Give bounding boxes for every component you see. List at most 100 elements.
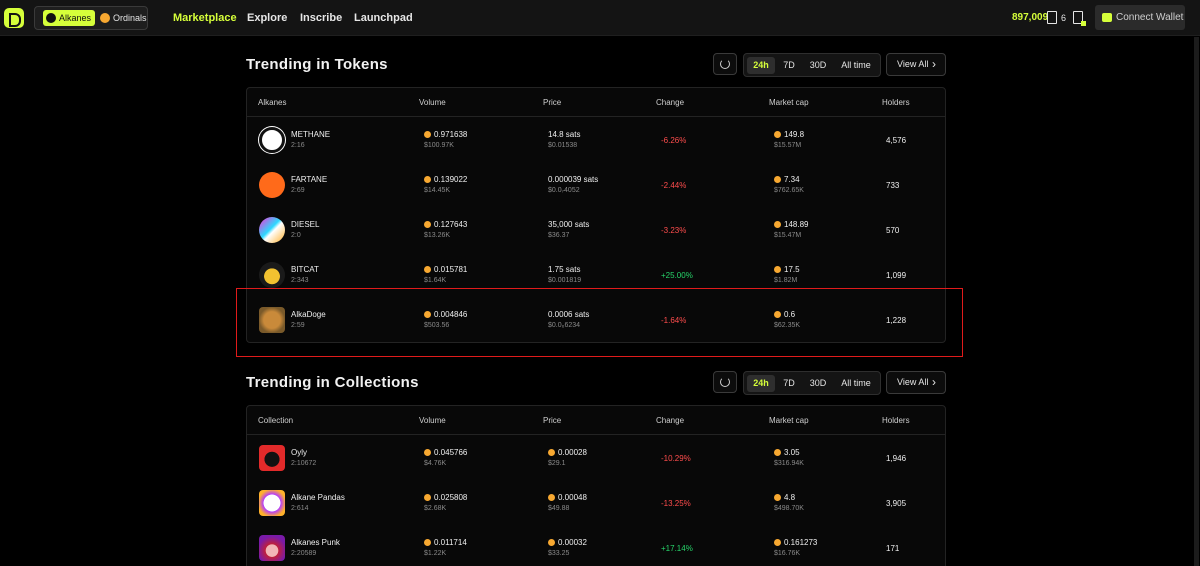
col-collection: Collection [258, 416, 294, 425]
btc-coin-icon [774, 494, 781, 501]
volume: 0.025808 [434, 493, 468, 502]
holders: 3,905 [886, 499, 907, 508]
change: -1.64% [661, 316, 687, 325]
price: 0.00048 [558, 493, 587, 502]
logo-icon[interactable] [4, 8, 24, 28]
change: +25.00% [661, 271, 693, 280]
col-market-cap: Market cap [769, 416, 809, 425]
volume-usd: $2.68K [424, 505, 447, 512]
table-row[interactable]: FARTANE 2:69 0.139022 $14.45K 0.000039 s… [247, 162, 945, 207]
price-usd: $36.37 [548, 232, 570, 239]
tokens-tab-24h[interactable]: 24h [747, 57, 775, 74]
btc-coin-icon [774, 221, 781, 228]
gas-pump-icon[interactable] [1047, 11, 1057, 24]
volume-usd: $100.97K [424, 142, 454, 149]
chain-alkanes-label: Alkanes [59, 13, 92, 23]
table-row[interactable]: DIESEL 2:0 0.127643 $13.26K 35,000 sats … [247, 207, 945, 252]
token-name[interactable]: AlkaDoge [291, 310, 326, 319]
connect-wallet-label: Connect Wallet [1116, 12, 1184, 23]
market-cap: 148.89 [784, 220, 809, 229]
tokens-view-all-button[interactable]: View All [886, 53, 946, 76]
btc-coin-icon [424, 311, 431, 318]
btc-coin-icon [424, 539, 431, 546]
nav-launchpad[interactable]: Launchpad [354, 12, 413, 24]
market-cap-usd: $16.76K [774, 550, 801, 557]
collection-name[interactable]: Alkanes Punk [291, 538, 340, 547]
holders: 1,228 [886, 316, 907, 325]
collections-tab-24h[interactable]: 24h [747, 375, 775, 392]
token-id: 2:59 [291, 322, 305, 329]
collections-tab-all-time[interactable]: All time [836, 375, 876, 392]
btc-coin-icon [774, 176, 781, 183]
nav-explore[interactable]: Explore [247, 12, 287, 24]
chain-alkanes-button[interactable]: Alkanes [43, 10, 96, 26]
collection-id: 2:614 [291, 505, 309, 512]
change: -2.44% [661, 181, 687, 190]
alkane-pandas-icon [259, 490, 285, 516]
nav-inscribe[interactable]: Inscribe [300, 12, 342, 24]
tokens-tab-all-time[interactable]: All time [836, 57, 876, 74]
table-row[interactable]: Oyly 2:10672 0.045766 $4.76K 0.00028 $29… [247, 435, 945, 480]
collections-table-header: Collection Volume Price Change Market ca… [247, 406, 945, 435]
collection-name[interactable]: Alkane Pandas [291, 493, 345, 502]
tokens-section-title: Trending in Tokens [246, 56, 388, 73]
token-name[interactable]: DIESEL [291, 220, 319, 229]
collection-name[interactable]: Oyly [291, 448, 307, 457]
volume-usd: $14.45K [424, 187, 451, 194]
col-volume: Volume [419, 98, 446, 107]
table-row[interactable]: Alkanes Punk 2:20589 0.011714 $1.22K 0.0… [247, 525, 945, 566]
nav-marketplace[interactable]: Marketplace [173, 12, 237, 24]
methane-icon [259, 127, 285, 153]
collections-timeframe-tabs: 24h 7D 30D All time [743, 371, 881, 395]
market-cap: 4.8 [784, 493, 796, 502]
tokens-tab-7d[interactable]: 7D [777, 57, 801, 74]
top-nav: Alkanes Ordinals Marketplace Explore Ins… [0, 0, 1200, 36]
collections-view-all-button[interactable]: View All [886, 371, 946, 394]
price: 35,000 sats [548, 220, 590, 229]
collections-tab-30d[interactable]: 30D [805, 375, 831, 392]
token-name[interactable]: METHANE [291, 130, 330, 139]
col-holders: Holders [882, 416, 910, 425]
col-change: Change [656, 98, 685, 107]
diesel-icon [259, 217, 285, 243]
btc-coin-icon [548, 449, 555, 456]
table-row[interactable]: AlkaDoge 2:59 0.004846 $503.56 0.0006 sa… [247, 297, 945, 342]
collections-refresh-button[interactable] [713, 371, 737, 393]
market-cap: 0.6 [784, 310, 796, 319]
table-row[interactable]: METHANE 2:16 0.971638 $100.97K 14.8 sats… [247, 117, 945, 162]
market-cap-usd: $1.82M [774, 277, 798, 284]
holders: 4,576 [886, 136, 907, 145]
bitcat-icon [259, 262, 285, 288]
volume-usd: $4.76K [424, 460, 447, 467]
price: 0.00028 [558, 448, 587, 457]
col-change: Change [656, 416, 685, 425]
holders: 1,099 [886, 271, 907, 280]
market-cap-usd: $15.57M [774, 142, 802, 149]
collections-section-title: Trending in Collections [246, 374, 419, 391]
table-row[interactable]: BITCAT 2:343 0.015781 $1.64K 1.75 sats $… [247, 252, 945, 297]
btc-coin-icon [774, 131, 781, 138]
col-price: Price [543, 98, 562, 107]
holders: 1,946 [886, 454, 907, 463]
activity-icon[interactable] [1073, 11, 1086, 26]
collections-tab-7d[interactable]: 7D [777, 375, 801, 392]
scrollbar[interactable] [1194, 37, 1199, 566]
btc-coin-icon [424, 131, 431, 138]
tokens-timeframe-tabs: 24h 7D 30D All time [743, 53, 881, 77]
price: 14.8 sats [548, 130, 581, 139]
price-usd: $29.1 [548, 460, 566, 467]
connect-wallet-button[interactable]: Connect Wallet [1095, 5, 1185, 30]
collection-id: 2:20589 [291, 550, 317, 557]
market-cap-usd: $62.35K [774, 322, 801, 329]
token-name[interactable]: FARTANE [291, 175, 327, 184]
fee-rate: 897,009 [1012, 12, 1049, 23]
table-row[interactable]: Alkane Pandas 2:614 0.025808 $2.68K 0.00… [247, 480, 945, 525]
volume-usd: $1.64K [424, 277, 447, 284]
tokens-refresh-button[interactable] [713, 53, 737, 75]
tokens-tab-30d[interactable]: 30D [805, 57, 831, 74]
col-alkanes: Alkanes [258, 98, 287, 107]
chain-ordinals-button[interactable]: Ordinals [97, 10, 151, 26]
btc-coin-icon [424, 494, 431, 501]
token-name[interactable]: BITCAT [291, 265, 319, 274]
btc-coin-icon [774, 311, 781, 318]
